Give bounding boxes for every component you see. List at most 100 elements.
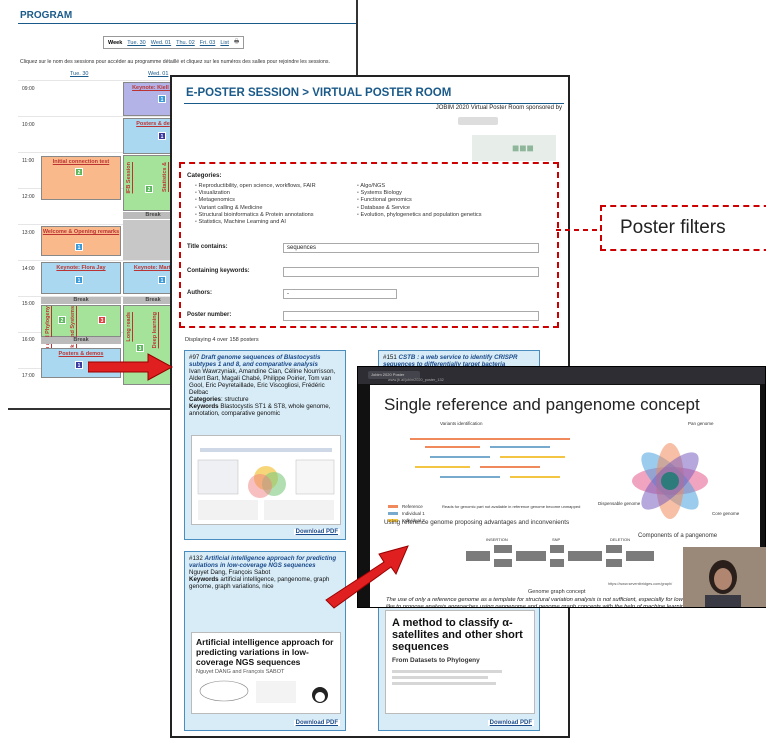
poster-title[interactable]: Artificial intelligence approach for pre… bbox=[189, 555, 336, 569]
poster-thumbnail[interactable]: A method to classify α-satellites and ot… bbox=[385, 610, 535, 714]
view-tue[interactable]: Tue. 30 bbox=[127, 40, 145, 46]
view-list[interactable]: List bbox=[220, 40, 229, 46]
time-label: 11:00 bbox=[22, 158, 35, 164]
graph-node bbox=[568, 551, 602, 561]
category-item[interactable]: Structural bioinformatics & Protein anno… bbox=[195, 212, 316, 219]
browser-toolbar: Jobim 2020 Poster www.jb.ai/jobim2020_po… bbox=[358, 367, 765, 384]
slide-title: Single reference and pangenome concept bbox=[384, 395, 700, 414]
poster-number-input[interactable] bbox=[283, 311, 539, 321]
deletion-label: DELETION bbox=[610, 537, 630, 542]
callout-label: Poster filters bbox=[620, 217, 726, 238]
room-number-button[interactable]: 1 bbox=[158, 95, 166, 103]
download-pdf-link[interactable]: Download PDF bbox=[293, 529, 340, 535]
room-number-button[interactable]: 1 bbox=[75, 243, 83, 251]
break-slot: Break bbox=[41, 297, 121, 304]
room-number-button[interactable]: 3 bbox=[98, 316, 106, 324]
title-filter-label: Title contains: bbox=[187, 244, 228, 250]
time-label: 15:00 bbox=[22, 301, 35, 307]
graph-node bbox=[494, 545, 512, 553]
graph-node bbox=[516, 551, 546, 561]
categories-label: Categories: bbox=[187, 172, 222, 179]
legend-reference-swatch bbox=[388, 505, 398, 508]
category-item[interactable]: Metagenomics bbox=[195, 197, 316, 204]
poster-title[interactable]: Draft genome sequences of Blastocystis s… bbox=[189, 354, 320, 368]
core-label: Core genome bbox=[712, 511, 740, 516]
address-bar[interactable]: www.jb.ai/jobim2020_poster_132 bbox=[388, 378, 444, 382]
title-filter-input[interactable]: sequences bbox=[283, 243, 539, 253]
time-label: 17:00 bbox=[22, 373, 35, 379]
thumbnail-text-line bbox=[392, 682, 496, 685]
room-number-button[interactable]: 1 bbox=[75, 276, 83, 284]
results-count: Displaying 4 over 158 posters bbox=[185, 337, 259, 343]
print-icon[interactable]: 🖶 bbox=[234, 38, 239, 47]
room-number-button[interactable]: 1 bbox=[158, 276, 166, 284]
session-label: Keynote: Flora Jay bbox=[56, 265, 106, 271]
arrow-to-poster-icon bbox=[88, 353, 174, 381]
poster-thumbnail[interactable]: Artificial intelligence approach for pre… bbox=[191, 632, 341, 714]
thumbnail-title: A method to classify α-satellites and ot… bbox=[392, 617, 523, 653]
keywords-filter-input[interactable] bbox=[283, 267, 539, 277]
poster-categories-label: Categories bbox=[189, 396, 221, 403]
room-number-button[interactable]: 2 bbox=[75, 168, 83, 176]
session-deep-learning[interactable]: Deep learning bbox=[152, 312, 158, 348]
room-number-button[interactable]: 1 bbox=[158, 132, 166, 140]
category-item[interactable]: Visualization bbox=[195, 190, 316, 197]
pangenome-flower bbox=[632, 443, 708, 519]
session-label: Keynote: Marti bbox=[133, 265, 173, 271]
snp-label: SNP bbox=[552, 537, 561, 542]
poster-thumbnail[interactable] bbox=[191, 435, 341, 525]
room-number-button[interactable]: 2 bbox=[58, 316, 66, 324]
session-label: Welcome & Opening remarks bbox=[42, 229, 120, 235]
webcam-thumbnail[interactable] bbox=[683, 547, 766, 607]
download-pdf-link[interactable]: Download PDF bbox=[293, 720, 340, 726]
category-item[interactable]: Statistics, Machine Learning and AI bbox=[195, 219, 316, 226]
download-pdf-link[interactable]: Download PDF bbox=[487, 720, 534, 726]
session-long-reads[interactable]: Long reads bbox=[126, 312, 132, 342]
program-instructions: Cliquez sur le nom des sessions pour acc… bbox=[20, 59, 330, 65]
poster-number: #97 bbox=[189, 354, 200, 361]
day-header-tue[interactable]: Tue. 30 bbox=[70, 71, 88, 77]
sponsor-logo bbox=[458, 117, 498, 125]
thumbnail-text-line bbox=[392, 676, 488, 679]
authors-filter-select[interactable]: - bbox=[283, 289, 397, 299]
face-shape bbox=[714, 568, 732, 590]
category-item[interactable]: Functional genomics bbox=[357, 197, 482, 204]
variants-label: Variants identification bbox=[440, 421, 483, 426]
view-thu[interactable]: Thu. 02 bbox=[176, 40, 195, 46]
poster-number: #132 bbox=[189, 555, 203, 562]
session-welcome-opening[interactable]: Welcome & Opening remarks bbox=[41, 226, 121, 256]
poster-card-text: #132 Artificial intelligence approach fo… bbox=[185, 552, 345, 593]
category-item[interactable]: Systems Biology bbox=[357, 190, 482, 197]
graph-node bbox=[606, 545, 622, 553]
day-header-wed[interactable]: Wed. 01 bbox=[148, 71, 168, 77]
poster-card[interactable]: #97 Draft genome sequences of Blastocyst… bbox=[184, 350, 346, 540]
components-label: Components of a pangenome bbox=[638, 533, 718, 539]
arrow-to-video-icon bbox=[325, 545, 409, 609]
poster-keywords-label: Keywords bbox=[189, 576, 219, 583]
sponsor-logo: ■■■ bbox=[472, 135, 556, 161]
view-wed[interactable]: Wed. 01 bbox=[151, 40, 171, 46]
view-week[interactable]: Week bbox=[108, 40, 122, 46]
category-item[interactable]: Reproductibility, open science, workflow… bbox=[195, 183, 316, 190]
page-title: E-POSTER SESSION > VIRTUAL POSTER ROOM bbox=[186, 87, 452, 99]
core-circle bbox=[661, 472, 679, 490]
shoulders-shape bbox=[705, 595, 741, 607]
session-initial-connection[interactable]: Initial connection test bbox=[41, 156, 121, 200]
legend-individual1: Individual 1 bbox=[402, 511, 425, 516]
session-ifb[interactable]: IFB Session bbox=[126, 162, 132, 193]
authors-filter-label: Authors: bbox=[187, 290, 212, 296]
thumbnail-text-line bbox=[392, 670, 502, 673]
categories-right-list: Algo/NGS Systems Biology Functional geno… bbox=[357, 183, 482, 219]
category-item[interactable]: Algo/NGS bbox=[357, 183, 482, 190]
reads-note: Reads for genomic part not available in … bbox=[442, 504, 580, 509]
category-item[interactable]: Evolution, phylogenetics and population … bbox=[357, 212, 482, 219]
room-number-button[interactable]: 2 bbox=[145, 185, 153, 193]
room-number-button[interactable]: 1 bbox=[75, 361, 83, 369]
slide-subtitle: Using reference genome proposing advanta… bbox=[384, 519, 570, 526]
category-item[interactable]: Variant calling & Medicine bbox=[195, 205, 316, 212]
room-number-button[interactable]: 3 bbox=[136, 344, 144, 352]
category-item[interactable]: Database & Service bbox=[357, 205, 482, 212]
view-fri[interactable]: Fri. 03 bbox=[200, 40, 216, 46]
session-statistics[interactable]: Statistics & bbox=[162, 162, 168, 192]
graph-node bbox=[494, 559, 512, 567]
